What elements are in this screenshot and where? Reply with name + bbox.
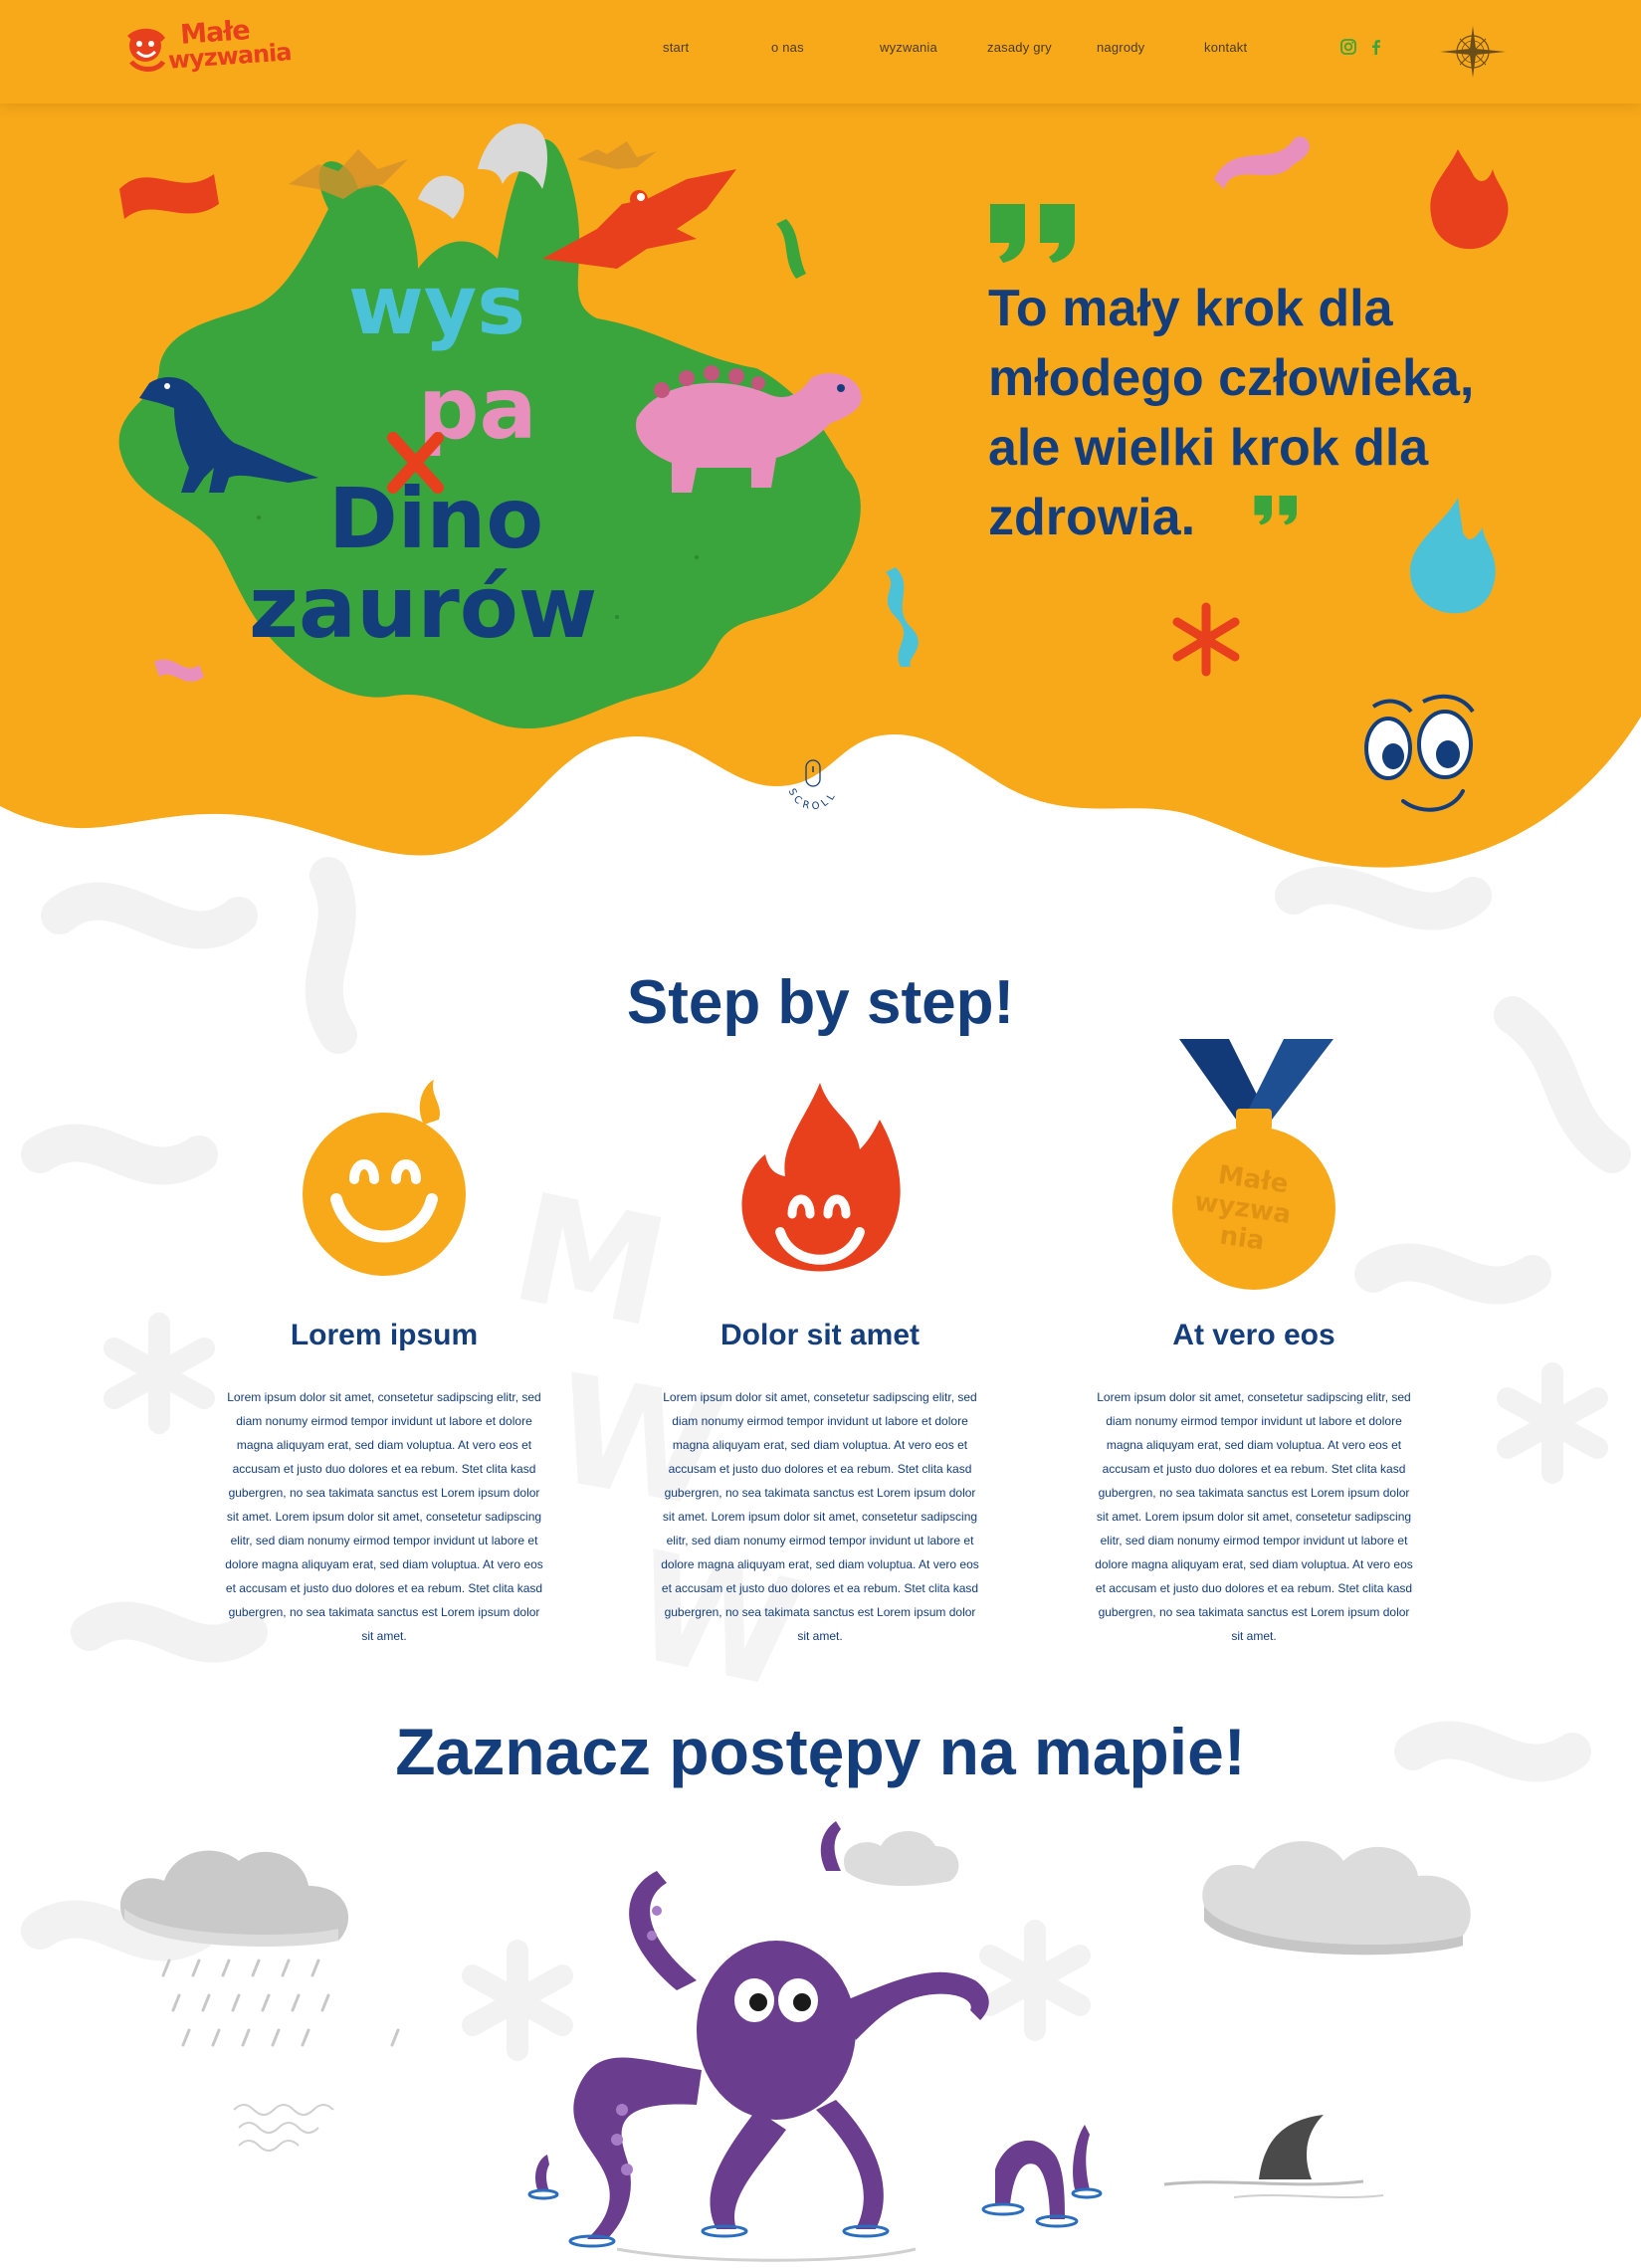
quote-open-icon: [990, 204, 1075, 263]
scroll-indicator[interactable]: SCROLL: [778, 756, 848, 826]
step-text-1: Lorem ipsum dolor sit amet, consetetur s…: [225, 1390, 543, 1643]
shark-fin: [1259, 2115, 1324, 2179]
step-heading-3: At vero eos: [1172, 1319, 1335, 1351]
smiling-child-face-icon: [303, 1080, 466, 1276]
svg-text:SCROLL: SCROLL: [786, 787, 840, 813]
step-card-3: Małe wyzwa nia At vero eos Lorem ipsum d…: [1095, 1039, 1413, 1643]
instagram-icon[interactable]: [1339, 38, 1357, 56]
nav-item-kontakt[interactable]: kontakt: [1204, 40, 1247, 55]
smiling-flame-icon: [741, 1083, 901, 1272]
island-title-line-1: wys: [348, 259, 525, 353]
quote-close-icon: [1254, 496, 1297, 525]
map-section-title: Zaznacz postępy na mapie!: [395, 1715, 1246, 1788]
step-heading-2: Dolor sit amet: [719, 1319, 921, 1351]
step-heading-1: Lorem ipsum: [290, 1319, 479, 1351]
logo-wordmark: Małe wyzwania: [167, 15, 292, 75]
hero-section: wys pa Dino zaurów Małe wyzwania start o…: [0, 0, 1641, 886]
nav-item-start[interactable]: start: [663, 40, 689, 55]
step-card-2: Dolor sit amet Lorem ipsum dolor sit ame…: [661, 1075, 979, 1643]
scroll-label: SCROLL: [786, 787, 836, 813]
facebook-icon[interactable]: [1367, 38, 1385, 56]
step-text-2: Lorem ipsum dolor sit amet, consetetur s…: [661, 1390, 979, 1643]
nav-item-wyzwania[interactable]: wyzwania: [880, 40, 937, 55]
nav-item-zasady-gry[interactable]: zasady gry: [987, 40, 1052, 55]
rain-cloud: [119, 1850, 400, 2047]
medal-icon: Małe wyzwa nia: [1172, 1039, 1335, 1290]
island-title-line-4: zaurów: [249, 558, 597, 658]
step-card-1: Lorem ipsum Lorem ipsum dolor sit amet, …: [225, 1075, 543, 1643]
step-text-3: Lorem ipsum dolor sit amet, consetetur s…: [1095, 1390, 1413, 1643]
steps-section-title: Step by step!: [626, 968, 1015, 1037]
logo-line-2: wyzwania: [167, 38, 293, 75]
top-navigation-bar: Małe wyzwania start o nas wyzwania zasad…: [0, 0, 1641, 103]
site-logo[interactable]: Małe wyzwania: [117, 15, 326, 80]
compass-map-icon[interactable]: [1438, 24, 1508, 80]
octopus: [535, 1821, 1090, 2239]
map-illustration[interactable]: [0, 1811, 1641, 2268]
nav-item-nagrody[interactable]: nagrody: [1097, 40, 1144, 55]
svg-text:nia: nia: [1218, 1221, 1267, 1257]
nav-item-o-nas[interactable]: o nas: [771, 40, 804, 55]
